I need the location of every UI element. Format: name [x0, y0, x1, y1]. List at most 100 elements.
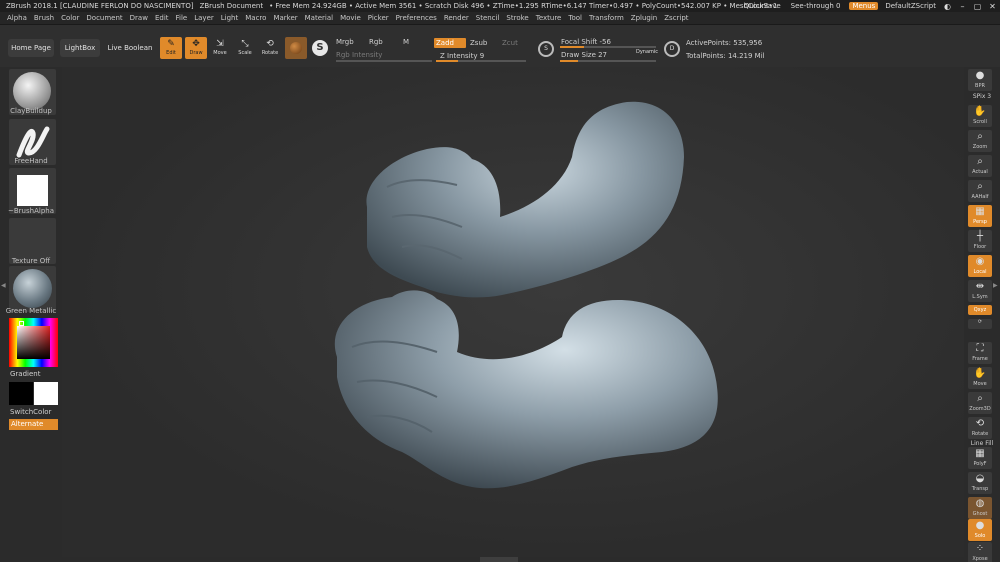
default-zscript-button[interactable]: DefaultZScript	[885, 2, 936, 10]
menu-layer[interactable]: Layer	[194, 14, 214, 22]
ghost-button[interactable]: ◍ Ghost	[968, 497, 992, 519]
menu-edit[interactable]: Edit	[155, 14, 169, 22]
material-quick-button[interactable]	[285, 37, 307, 59]
home-page-button[interactable]: Home Page	[8, 39, 54, 57]
z-intensity-slider[interactable]	[436, 60, 526, 62]
live-boolean-button[interactable]: Live Boolean	[106, 39, 154, 57]
z-intensity-label[interactable]: Z Intensity 9	[440, 52, 484, 60]
rotate-view-label: Rotate	[971, 431, 989, 437]
main-color-swatch[interactable]	[9, 382, 33, 405]
solo-button[interactable]: ● Solo	[968, 519, 992, 541]
sculpt-viewport[interactable]	[62, 67, 964, 557]
zsub-button[interactable]: Zsub	[470, 39, 487, 47]
focal-shift-fill	[560, 46, 584, 48]
floor-button[interactable]: ┼ Floor	[968, 230, 992, 252]
zoom-label: Zoom	[972, 144, 988, 150]
rgb-intensity-slider[interactable]	[336, 60, 432, 62]
spix-label[interactable]: SPix 3	[964, 93, 1000, 100]
scroll-button[interactable]: ✋ Scroll	[968, 105, 992, 127]
menu-render[interactable]: Render	[444, 14, 469, 22]
document-canvas[interactable]	[62, 67, 964, 557]
color-picker-square[interactable]	[17, 326, 50, 359]
menu-texture[interactable]: Texture	[536, 14, 562, 22]
menus-button[interactable]: Menus	[849, 2, 879, 10]
menu-preferences[interactable]: Preferences	[396, 14, 437, 22]
edit-button[interactable]: ✎ Edit	[160, 37, 182, 59]
quicksave-button[interactable]: QuickSave	[744, 2, 781, 10]
upper-arm-mesh[interactable]	[366, 101, 684, 298]
minimize-icon[interactable]: –	[958, 2, 967, 11]
menu-marker[interactable]: Marker	[273, 14, 297, 22]
menu-file[interactable]: File	[176, 14, 188, 22]
lightbox-button[interactable]: LightBox	[60, 39, 100, 57]
lower-arm-mesh[interactable]	[334, 290, 718, 489]
maximize-icon[interactable]: ▢	[973, 2, 982, 11]
move-button[interactable]: ⇲ Move	[209, 37, 231, 59]
material-thumbnail[interactable]	[9, 266, 56, 312]
move-view-button[interactable]: ✋ Move	[968, 367, 992, 389]
xpose-button[interactable]: ⁘ Xpose	[968, 542, 992, 562]
draw-size-label[interactable]: Draw Size 27	[561, 51, 607, 59]
switch-color-button[interactable]: SwitchColor	[10, 408, 51, 416]
m-button[interactable]: M	[403, 38, 409, 46]
menu-light[interactable]: Light	[221, 14, 238, 22]
lsym-button[interactable]: ⇹ L.Sym	[968, 280, 992, 302]
zoom-button[interactable]: ⌕ Zoom	[968, 130, 992, 152]
dynamic-button[interactable]: Dynamic	[636, 49, 658, 55]
secondary-color-swatch[interactable]	[34, 382, 58, 405]
focal-s-icon[interactable]: S	[538, 41, 554, 57]
menu-picker[interactable]: Picker	[368, 14, 389, 22]
right-tray-arrow-icon[interactable]: ▶	[993, 282, 998, 289]
see-through-slider[interactable]: See-through 0	[791, 2, 841, 10]
menu-color[interactable]: Color	[61, 14, 79, 22]
menu-macro[interactable]: Macro	[245, 14, 266, 22]
zoom3d-button[interactable]: ⌕ Zoom3D	[968, 392, 992, 414]
left-tray-arrow-icon[interactable]: ◀	[1, 282, 6, 289]
focal-shift-label[interactable]: Focal Shift -56	[561, 38, 611, 46]
zcut-button[interactable]: Zcut	[502, 39, 518, 47]
menu-alpha[interactable]: Alpha	[7, 14, 27, 22]
layout-icon[interactable]: ◐	[943, 2, 952, 11]
points-d-icon[interactable]: D	[664, 41, 680, 57]
menu-document[interactable]: Document	[86, 14, 122, 22]
menu-stroke[interactable]: Stroke	[506, 14, 528, 22]
line-fill-label[interactable]: Line Fill	[964, 440, 1000, 447]
bottom-tray-handle[interactable]	[480, 557, 518, 562]
actual-button[interactable]: ⌕ Actual	[968, 155, 992, 177]
menu-movie[interactable]: Movie	[340, 14, 361, 22]
rgb-button[interactable]: Rgb	[369, 38, 383, 46]
menu-draw[interactable]: Draw	[130, 14, 148, 22]
aahalf-button[interactable]: ⌕ AAHalf	[968, 180, 992, 202]
menu-brush[interactable]: Brush	[34, 14, 54, 22]
rotate-axis-button[interactable]: ⟳	[968, 319, 992, 329]
transp-button[interactable]: ◒ Transp	[968, 472, 992, 494]
ghost-label: Ghost	[972, 511, 988, 517]
frame-button[interactable]: ⛶ Frame	[968, 342, 992, 364]
menu-tool[interactable]: Tool	[568, 14, 582, 22]
xyz-button[interactable]: Qxyz	[968, 305, 992, 315]
sphere-s-icon[interactable]: S	[312, 40, 328, 56]
menu-transform[interactable]: Transform	[589, 14, 624, 22]
persp-button[interactable]: ▦ Persp	[968, 205, 992, 227]
menu-zplugin[interactable]: Zplugin	[631, 14, 657, 22]
gradient-label[interactable]: Gradient	[10, 370, 40, 378]
menu-zscript[interactable]: Zscript	[664, 14, 688, 22]
rotate-view-button[interactable]: ⟲ Rotate	[968, 417, 992, 439]
draw-button[interactable]: ✥ Draw	[185, 37, 207, 59]
rotate-button[interactable]: ⟲ Rotate	[259, 37, 281, 59]
local-button[interactable]: ◉ Local	[968, 255, 992, 277]
rgb-intensity-label[interactable]: Rgb Intensity	[336, 51, 382, 59]
draw-size-slider[interactable]	[560, 60, 656, 62]
color-picker[interactable]	[9, 318, 58, 367]
bpr-button[interactable]: ● BPR	[968, 69, 992, 91]
mrgb-button[interactable]: Mrgb	[336, 38, 354, 46]
scale-button[interactable]: ⤡ Scale	[234, 37, 256, 59]
color-picker-marker[interactable]	[19, 321, 24, 326]
menu-stencil[interactable]: Stencil	[476, 14, 500, 22]
menu-material[interactable]: Material	[305, 14, 333, 22]
close-icon[interactable]: ✕	[988, 2, 997, 11]
polyf-button[interactable]: ▦ PolyF	[968, 447, 992, 469]
zadd-button[interactable]: Zadd	[434, 38, 466, 48]
alternate-button[interactable]: Alternate	[9, 419, 58, 430]
focal-shift-slider[interactable]	[560, 46, 656, 48]
